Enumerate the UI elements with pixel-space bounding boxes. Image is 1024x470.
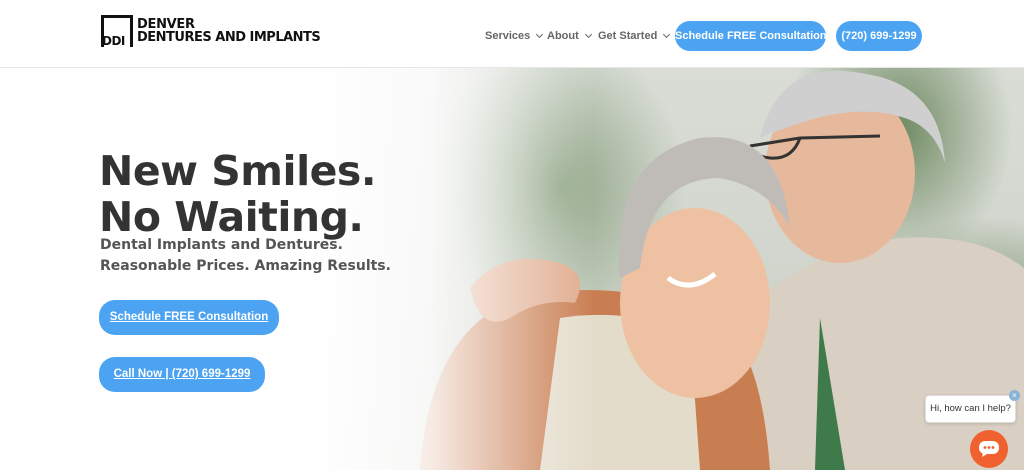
nav-item-label: Services <box>485 30 531 42</box>
nav-item-label: About <box>547 30 579 42</box>
hero-call-button[interactable]: Call Now | (720) 699-1299 <box>99 357 265 392</box>
header-consultation-button[interactable]: Schedule FREE Consultation <box>675 21 827 51</box>
chevron-down-icon <box>584 30 592 39</box>
hero-title-line-2: No Waiting. <box>99 193 364 241</box>
chat-icon <box>979 441 999 457</box>
chat-launcher-button[interactable] <box>970 430 1008 468</box>
nav-item-services[interactable]: Services <box>485 30 544 42</box>
nav-item-label: Get Started <box>598 30 658 42</box>
chevron-down-icon <box>663 30 671 39</box>
hero-subtitle: Dental Implants and Dentures. Reasonable… <box>100 235 391 277</box>
chat-greeting-bubble[interactable]: Hi, how can I help? <box>925 395 1016 423</box>
site-logo[interactable]: DDI DENVER DENTURES AND IMPLANTS <box>101 14 321 48</box>
logo-mark-text: DDI <box>102 34 125 48</box>
hero-title: New Smiles. No Waiting. <box>99 148 376 240</box>
header-phone-button[interactable]: (720) 699-1299 <box>836 21 922 51</box>
nav-item-get-started[interactable]: Get Started <box>598 30 671 42</box>
site-header: DDI DENVER DENTURES AND IMPLANTS Service… <box>0 0 1024 68</box>
hero-subtitle-line-1: Dental Implants and Dentures. <box>100 237 343 253</box>
logo-line-2: DENTURES AND IMPLANTS <box>137 30 321 45</box>
close-icon[interactable]: × <box>1009 390 1020 401</box>
logo-mark: DDI <box>101 15 133 48</box>
hero-consultation-button[interactable]: Schedule FREE Consultation <box>99 300 279 335</box>
nav-item-about[interactable]: About <box>547 30 592 42</box>
hero-subtitle-line-2: Reasonable Prices. Amazing Results. <box>100 258 391 274</box>
logo-text: DENVER DENTURES AND IMPLANTS <box>137 18 321 45</box>
hero-section: New Smiles. No Waiting. Dental Implants … <box>0 68 1024 470</box>
hero-title-line-1: New Smiles. <box>99 147 376 195</box>
chevron-down-icon <box>536 30 544 39</box>
